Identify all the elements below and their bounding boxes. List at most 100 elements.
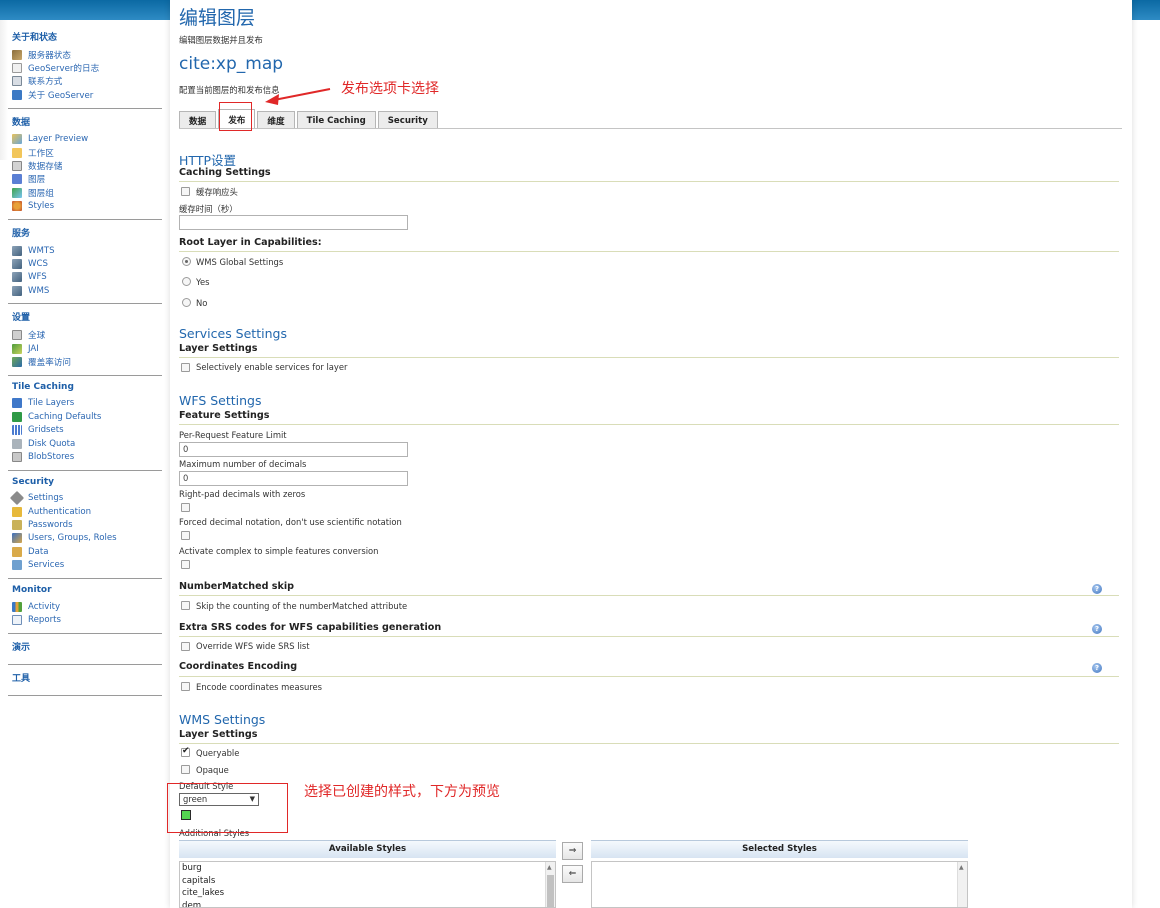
selected-styles-scrollbar[interactable]: ▲ (957, 862, 967, 907)
list-item[interactable]: capitals (180, 875, 555, 888)
max-decimals-input[interactable]: 0 (179, 471, 408, 486)
sidebar-item-about[interactable]: 关于 GeoServer (12, 88, 162, 101)
sidebar-item-tile-layers[interactable]: Tile Layers (12, 397, 162, 410)
cache-time-input[interactable] (179, 215, 408, 230)
sidebar-item-security-data[interactable]: Data (12, 545, 162, 558)
extra-srs-heading: Extra SRS codes for WFS capabilities gen… (179, 622, 442, 633)
sidebar-item-label: 关于 GeoServer (28, 90, 94, 101)
sidebar-item-stores[interactable]: 数据存储 (12, 159, 162, 172)
help-icon[interactable]: ? (1092, 624, 1102, 634)
sidebar-item-activity[interactable]: Activity (12, 600, 162, 613)
sidebar-item-logs[interactable]: GeoServer的日志 (12, 61, 162, 74)
skip-number-matched-label: Skip the counting of the numberMatched a… (196, 601, 408, 611)
gridsets-icon (12, 425, 22, 436)
forced-decimal-label: Forced decimal notation, don't use scien… (179, 517, 402, 527)
tab-underline (179, 128, 1122, 129)
sidebar-item-styles[interactable]: Styles (12, 200, 162, 213)
available-styles-scrollbar[interactable]: ▲ (545, 862, 555, 907)
page-title: 编辑图层 (179, 7, 256, 29)
list-item[interactable]: dem (180, 900, 555, 908)
people-icon (12, 49, 22, 60)
section-rule (179, 676, 1119, 677)
sidebar-section-tools[interactable]: 工具 (8, 665, 162, 696)
sidebar-item-global[interactable]: 全球 (12, 328, 162, 341)
sidebar-item-gridsets[interactable]: Gridsets (12, 423, 162, 436)
activity-icon (12, 601, 22, 612)
sidebar-item-wms[interactable]: WMS (12, 284, 162, 297)
section-rule (179, 424, 1119, 425)
feature-limit-label: Per-Request Feature Limit (179, 430, 287, 440)
help-icon[interactable]: ? (1092, 584, 1102, 594)
sidebar-item-reports[interactable]: Reports (12, 613, 162, 626)
selected-styles-list[interactable]: ▲ (591, 861, 968, 908)
style-annotation-text: 选择已创建的样式，下方为预览 (304, 784, 500, 800)
opaque-checkbox[interactable] (181, 765, 190, 774)
sidebar-item-wcs[interactable]: WCS (12, 257, 162, 270)
queryable-label: Queryable (196, 748, 240, 758)
list-item[interactable]: cite_lakes (180, 887, 555, 900)
sidebar-item-caching-defaults[interactable]: Caching Defaults (12, 410, 162, 423)
sidebar-item-authentication[interactable]: Authentication (12, 505, 162, 518)
sidebar-item-label: JAI (28, 343, 39, 354)
sidebar-item-passwords[interactable]: Passwords (12, 518, 162, 531)
sidebar-item-workspaces[interactable]: 工作区 (12, 146, 162, 159)
queryable-checkbox[interactable] (181, 746, 190, 757)
sidebar-item-wfs[interactable]: WFS (12, 271, 162, 284)
tab-security[interactable]: Security (377, 111, 438, 129)
help-icon[interactable]: ? (1092, 663, 1102, 673)
override-srs-checkbox[interactable] (181, 642, 190, 651)
sidebar-item-jai[interactable]: JAI (12, 342, 162, 355)
sidebar-item-server-status[interactable]: 服务器状态 (12, 48, 162, 61)
sidebar-item-blobstores[interactable]: BlobStores (12, 450, 162, 463)
sidebar-section-title[interactable]: 演示 (12, 640, 162, 653)
sidebar-item-coverage-access[interactable]: 覆盖率访问 (12, 355, 162, 368)
section-rule (179, 595, 1119, 596)
cache-headers-checkbox[interactable] (181, 187, 190, 196)
list-item[interactable]: burg (180, 862, 555, 875)
encode-measures-checkbox[interactable] (181, 682, 190, 691)
style-highlight-box (167, 783, 288, 833)
sidebar-item-layers[interactable]: 图层 (12, 173, 162, 186)
sidebar-item-security-settings[interactable]: Settings (9, 491, 162, 506)
sidebar-section-demos[interactable]: 演示 (8, 634, 162, 665)
sidebar-item-disk-quota[interactable]: Disk Quota (12, 437, 162, 450)
root-layer-radio-global[interactable] (182, 257, 191, 266)
sidebar-section-title: Monitor (12, 584, 52, 595)
scroll-thumb[interactable] (547, 875, 554, 907)
tab-dimensions[interactable]: 维度 (257, 111, 295, 129)
scroll-up-icon[interactable]: ▲ (959, 864, 964, 871)
sidebar-section-settings: 设置 全球 JAI 覆盖率访问 (8, 304, 162, 376)
right-pad-checkbox[interactable] (181, 503, 190, 512)
skip-number-matched-checkbox[interactable] (181, 601, 190, 610)
sidebar-item-label: Data (28, 546, 49, 557)
service-icon (12, 285, 22, 296)
move-left-button[interactable]: ⇐ (562, 865, 583, 883)
root-layer-radio-no[interactable] (182, 298, 191, 307)
sidebar-item-contact[interactable]: 联系方式 (12, 75, 162, 88)
scroll-up-icon[interactable]: ▲ (547, 864, 552, 871)
available-styles-list[interactable]: burg capitals cite_lakes dem ▲ (179, 861, 556, 908)
section-rule (179, 181, 1119, 182)
sidebar-section-title[interactable]: 工具 (12, 671, 162, 684)
root-layer-radio-yes[interactable] (182, 277, 191, 286)
sidebar-item-label: Styles (28, 201, 55, 212)
jai-icon (12, 343, 22, 354)
forced-decimal-checkbox[interactable] (181, 531, 190, 540)
sidebar-item-layer-groups[interactable]: 图层组 (12, 186, 162, 199)
complex-features-checkbox[interactable] (181, 560, 190, 569)
tab-data[interactable]: 数据 (179, 111, 217, 129)
sidebar-item-users-groups-roles[interactable]: Users, Groups, Roles (12, 532, 162, 545)
services-settings-heading: Services Settings (179, 326, 287, 341)
move-right-button[interactable]: ⇒ (562, 842, 583, 860)
sidebar-item-layer-preview[interactable]: Layer Preview (12, 133, 162, 146)
wms-settings-heading: WMS Settings (179, 712, 266, 727)
sidebar-item-wmts[interactable]: WMTS (12, 244, 162, 257)
sidebar-section-security: Security Settings Authentication Passwor… (8, 471, 162, 579)
sidebar-item-security-services[interactable]: Services (12, 559, 162, 572)
sidebar: 关于和状态 服务器状态 GeoServer的日志 联系方式 关于 GeoServ… (8, 24, 162, 696)
tab-tile-caching[interactable]: Tile Caching (296, 111, 376, 129)
selective-services-checkbox[interactable] (181, 363, 190, 372)
feature-limit-input[interactable]: 0 (179, 442, 408, 457)
section-rule (179, 743, 1119, 744)
tab-highlight-box (219, 102, 252, 131)
